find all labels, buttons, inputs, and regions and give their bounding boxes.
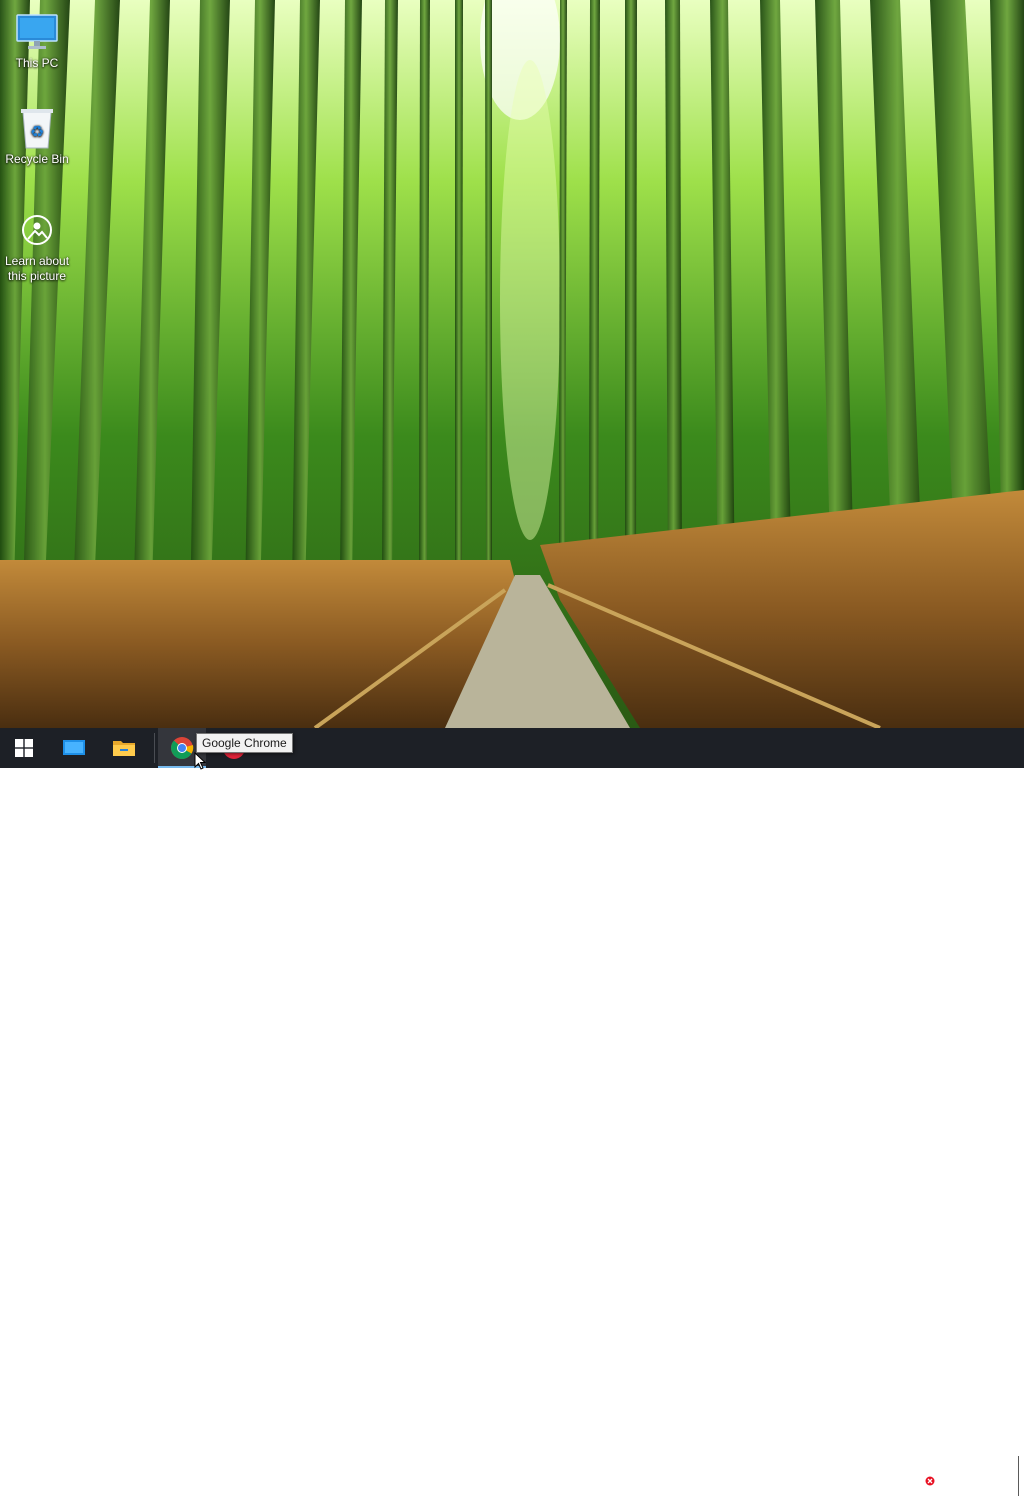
desktop-icon-learn-about-picture[interactable]: Learn about this picture xyxy=(2,208,72,284)
desktop-icon-label: Recycle Bin xyxy=(5,152,69,166)
desktop-icon-label-line2: this picture xyxy=(7,269,67,283)
clock-time: 6:23 AM xyxy=(957,1461,1001,1473)
show-hidden-icons-button[interactable]: ❮ xyxy=(891,1466,909,1486)
show-desktop-button[interactable] xyxy=(1018,1456,1024,1496)
chrome-icon xyxy=(171,737,194,759)
taskbar-separator xyxy=(154,733,155,763)
chrome-tooltip: Google Chrome xyxy=(196,733,293,753)
volume-muted-icon xyxy=(916,1467,935,1487)
monitor-icon xyxy=(13,10,61,54)
desktop-icon-label-line1: Learn about xyxy=(4,254,70,268)
start-button[interactable] xyxy=(0,728,48,768)
chevron-left-icon: ❮ xyxy=(894,1467,906,1484)
desktop-icon-this-pc[interactable]: This PC xyxy=(2,10,72,71)
taskbar-file-explorer-button[interactable] xyxy=(100,728,148,768)
folder-icon xyxy=(113,741,135,756)
desktop[interactable]: This PC ♻ Recycle Bin Learn about this p… xyxy=(0,0,1024,728)
mouse-cursor-icon xyxy=(194,752,206,770)
task-view-icon xyxy=(63,740,85,755)
camera-info-icon xyxy=(13,208,61,252)
svg-text:♻: ♻ xyxy=(30,122,44,141)
desktop-icon-label: This PC xyxy=(15,56,59,70)
taskbar: ❮ 6:23 AM 1/23/2024 xyxy=(0,728,1024,1496)
recycle-bin-icon: ♻ xyxy=(13,106,61,150)
desktop-icon-recycle-bin[interactable]: ♻ Recycle Bin xyxy=(2,106,72,167)
wallpaper-bamboo-forest xyxy=(0,0,1024,728)
taskbar-clock[interactable]: 6:23 AM 1/23/2024 xyxy=(944,1460,1014,1490)
windows-start-icon xyxy=(15,739,33,757)
taskbar-task-view-button[interactable] xyxy=(50,728,98,768)
clock-date: 1/23/2024 xyxy=(953,1476,1005,1488)
volume-button[interactable] xyxy=(914,1466,936,1488)
